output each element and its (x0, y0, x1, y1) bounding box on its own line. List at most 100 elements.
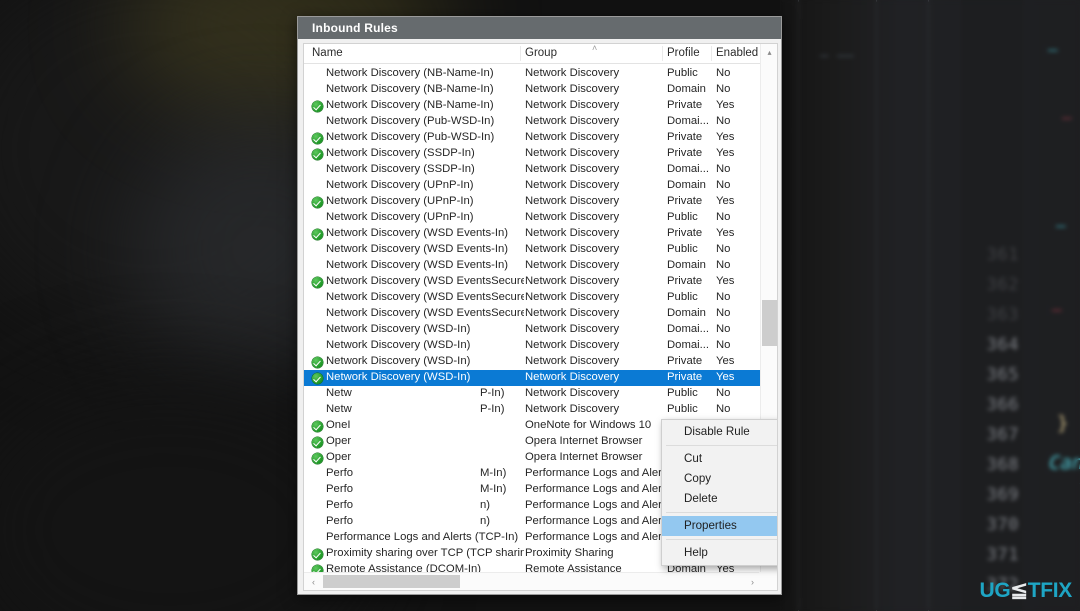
code-line-number: 365 (986, 365, 1019, 385)
table-row[interactable]: Network Discovery (WSD EventsSecure-In) N… (304, 306, 760, 322)
cell-rule-group: Network Discovery (525, 403, 620, 415)
column-header-group[interactable]: Group (525, 47, 557, 59)
cell-rule-enabled: Yes (716, 147, 735, 159)
table-row[interactable]: Network Discovery (WSD-In) Network Discov… (304, 322, 760, 338)
table-row[interactable]: Netw Network Discovery Public No P-In) (304, 386, 760, 402)
cell-rule-profile: Domai... (667, 163, 710, 175)
cell-rule-group: Network Discovery (525, 99, 620, 111)
code-line-number: 371 (986, 545, 1019, 565)
cell-rule-group: Performance Logs and Alerts (525, 483, 665, 495)
cell-rule-group: Network Discovery (525, 179, 620, 191)
scroll-up-button[interactable]: ▴ (761, 44, 777, 61)
cell-rule-name: Network Discovery (SSDP-In) (326, 147, 475, 159)
cell-rule-name: Network Discovery (UPnP-In) (326, 211, 474, 223)
code-line-number: 364 (986, 335, 1019, 355)
cell-rule-name: Proximity sharing over TCP (TCP sharing-… (326, 547, 524, 559)
cell-rule-enabled: Yes (716, 227, 735, 239)
cell-rule-enabled: No (716, 67, 731, 79)
cell-rule-group: Performance Logs and Alerts (525, 499, 665, 511)
cell-rule-enabled: No (716, 211, 731, 223)
rule-enabled-check-icon (312, 437, 323, 448)
rule-enabled-check-icon (312, 549, 323, 560)
table-row[interactable]: Network Discovery (WSD Events-In) Network… (304, 226, 760, 242)
table-row[interactable]: Network Discovery (WSD Events-In) Network… (304, 258, 760, 274)
table-row[interactable]: Network Discovery (WSD-In) Network Discov… (304, 354, 760, 370)
rule-enabled-check-icon (312, 197, 323, 208)
cell-rule-profile: Public (667, 291, 698, 303)
cell-rule-profile: Domai... (667, 339, 710, 351)
code-gutter: 361 362 363 364 365 366 367 368 369 370 371 372 (961, 0, 1023, 611)
cell-rule-name: Oper (326, 451, 352, 463)
cell-rule-name: Perfo (326, 499, 354, 511)
column-header-enabled[interactable]: Enabled (716, 47, 758, 59)
table-row[interactable]: Network Discovery (UPnP-In) Network Disco… (304, 178, 760, 194)
column-header-name[interactable]: Name (312, 47, 343, 59)
rule-enabled-check-icon (312, 149, 323, 160)
horizontal-scrollbar-thumb[interactable] (323, 575, 460, 588)
cell-rule-name-tail: P-In) (480, 387, 505, 399)
vertical-scrollbar-thumb[interactable] (762, 300, 777, 346)
cell-rule-group: Network Discovery (525, 115, 620, 127)
horizontal-scrollbar[interactable]: ‹ › (304, 572, 777, 590)
table-row[interactable]: Network Discovery (WSD EventsSecure-In) N… (304, 274, 760, 290)
rule-context-menu[interactable]: Disable Rule Cut Copy Delete Properties Help (661, 419, 777, 566)
table-row[interactable]: Netw Network Discovery Public No P-In) (304, 402, 760, 418)
menu-item-help[interactable]: Help (662, 543, 777, 563)
cell-rule-name: Oper (326, 435, 352, 447)
cell-rule-name: Network Discovery (NB-Name-In) (326, 83, 494, 95)
menu-item-copy[interactable]: Copy (662, 469, 777, 489)
cell-rule-profile: Private (667, 99, 703, 111)
table-row[interactable]: Network Discovery (WSD-In) Network Discov… (304, 338, 760, 354)
cell-rule-enabled: No (716, 83, 731, 95)
indent-guide-2 (876, 0, 877, 611)
table-row[interactable]: Network Discovery (WSD Events-In) Network… (304, 242, 760, 258)
indent-guide-1 (798, 0, 799, 611)
cell-rule-profile: Public (667, 243, 698, 255)
menu-item-disable-rule[interactable]: Disable Rule (662, 422, 777, 442)
scroll-left-button[interactable]: ‹ (305, 573, 322, 590)
column-header-profile[interactable]: Profile (667, 47, 700, 59)
cell-rule-group: Network Discovery (525, 259, 620, 271)
menu-separator (666, 445, 777, 446)
desktop-background: — —— — — — — 361 362 363 364 365 366 367 368 369… (0, 0, 1080, 611)
cell-rule-profile: Private (667, 371, 703, 383)
table-row[interactable]: Network Discovery (WSD EventsSecure-In) N… (304, 290, 760, 306)
menu-item-properties[interactable]: Properties (662, 516, 777, 536)
code-text-area: }Canvv (1023, 0, 1080, 611)
sort-ascending-icon: ˄ (592, 43, 598, 53)
column-divider-1[interactable] (520, 46, 521, 61)
cell-rule-group: Network Discovery (525, 339, 620, 351)
cell-rule-name: Network Discovery (WSD-In) (326, 339, 471, 351)
cell-rule-profile: Public (667, 403, 698, 415)
table-row[interactable]: Network Discovery (WSD-In) Network Discov… (304, 370, 760, 386)
table-row[interactable]: Network Discovery (SSDP-In) Network Disco… (304, 146, 760, 162)
cell-rule-name: Network Discovery (NB-Name-In) (326, 67, 494, 79)
cell-rule-profile: Public (667, 387, 698, 399)
table-row[interactable]: Network Discovery (NB-Name-In) Network Di… (304, 66, 760, 82)
menu-item-cut[interactable]: Cut (662, 449, 777, 469)
cell-rule-group: Network Discovery (525, 371, 620, 383)
code-token-decor-1: — —— (820, 48, 854, 64)
cell-rule-group: Remote Assistance (525, 563, 622, 572)
cell-rule-group: Network Discovery (525, 227, 620, 239)
code-line-number: 361 (986, 245, 1019, 265)
cell-rule-profile: Public (667, 67, 698, 79)
column-divider-2[interactable] (662, 46, 663, 61)
cell-rule-name: Network Discovery (WSD EventsSecure-In) (326, 307, 524, 319)
column-divider-3[interactable] (711, 46, 712, 61)
cell-rule-name: Network Discovery (WSD-In) (326, 355, 471, 367)
table-row[interactable]: Network Discovery (SSDP-In) Network Disco… (304, 162, 760, 178)
cell-rule-profile: Domain (667, 83, 706, 95)
table-row[interactable]: Network Discovery (UPnP-In) Network Disco… (304, 210, 760, 226)
table-row[interactable]: Network Discovery (NB-Name-In) Network Di… (304, 98, 760, 114)
menu-item-delete[interactable]: Delete (662, 489, 777, 509)
table-row[interactable]: Network Discovery (NB-Name-In) Network Di… (304, 82, 760, 98)
cell-rule-group: Network Discovery (525, 275, 620, 287)
table-row[interactable]: Network Discovery (Pub-WSD-In) Network Di… (304, 130, 760, 146)
cell-rule-group: Network Discovery (525, 243, 620, 255)
rule-enabled-check-icon (312, 421, 323, 432)
table-row[interactable]: Network Discovery (Pub-WSD-In) Network Di… (304, 114, 760, 130)
cell-rule-group: Network Discovery (525, 211, 620, 223)
cell-rule-group: Network Discovery (525, 291, 620, 303)
table-row[interactable]: Network Discovery (UPnP-In) Network Disco… (304, 194, 760, 210)
